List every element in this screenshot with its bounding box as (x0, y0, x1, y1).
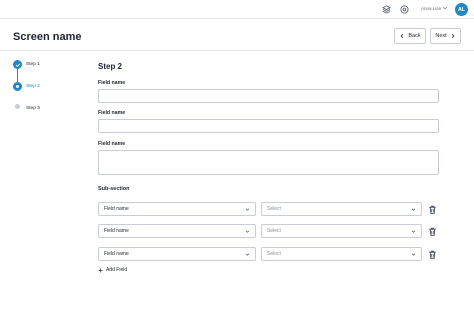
field-select[interactable]: Field name (98, 202, 256, 216)
next-button[interactable]: Next (430, 28, 461, 44)
add-field-label: Add Field (106, 267, 128, 273)
form-title: Step 2 (98, 62, 123, 71)
step-1-label[interactable]: Step 1 (26, 62, 40, 67)
field-select-value: Field name (104, 251, 129, 257)
help-circle-icon[interactable] (400, 5, 409, 14)
plus-icon (98, 268, 103, 272)
subsection-title: Sub-section (98, 186, 130, 192)
field-select[interactable]: Field name (98, 247, 256, 261)
value-select-placeholder: Select (267, 206, 281, 212)
page-title: Screen name (13, 31, 82, 43)
check-icon (15, 63, 20, 67)
trash-icon[interactable] (427, 204, 438, 215)
trash-icon[interactable] (427, 226, 438, 237)
chevron-down-icon (245, 230, 250, 233)
step-connector (17, 69, 18, 82)
step-2-label[interactable]: Step 2 (26, 84, 40, 89)
field-select-value: Field name (104, 206, 129, 212)
step-2-indicator[interactable] (13, 82, 22, 91)
value-select[interactable]: Select (261, 202, 422, 216)
chevron-down-icon (245, 208, 250, 211)
field-select-value: Field name (104, 228, 129, 234)
chevron-down-icon (411, 230, 416, 233)
chevron-down-icon (411, 253, 416, 256)
value-select-placeholder: Select (267, 228, 281, 234)
chevron-down-icon (411, 208, 416, 211)
value-select-placeholder: Select (267, 251, 281, 257)
value-select[interactable]: Select (261, 247, 422, 261)
add-field-button[interactable]: Add Field (98, 267, 127, 273)
step-3-label[interactable]: Step 3 (26, 106, 40, 111)
chevron-left-icon (400, 33, 404, 39)
user-name[interactable]: Anna Lian (421, 6, 441, 11)
avatar[interactable]: AL (455, 3, 468, 16)
top-bar: Anna Lian AL (0, 0, 474, 19)
step-1-indicator[interactable] (13, 60, 22, 69)
chevron-right-icon (451, 33, 455, 39)
field-label: Field name (98, 80, 126, 86)
field-select[interactable]: Field name (98, 224, 256, 238)
chevron-down-icon[interactable] (442, 5, 448, 11)
field-label: Field name (98, 110, 126, 116)
textarea-input[interactable] (98, 150, 439, 175)
stack-icon[interactable] (382, 5, 391, 14)
step-3-indicator[interactable] (15, 104, 20, 109)
trash-icon[interactable] (427, 249, 438, 260)
field-label: Field name (98, 141, 126, 147)
next-button-label: Next (435, 33, 447, 39)
value-select[interactable]: Select (261, 224, 422, 238)
back-button[interactable]: Back (394, 28, 426, 44)
text-input[interactable] (98, 119, 439, 133)
text-input[interactable] (98, 89, 439, 103)
back-button-label: Back (408, 33, 421, 39)
chevron-down-icon (245, 253, 250, 256)
